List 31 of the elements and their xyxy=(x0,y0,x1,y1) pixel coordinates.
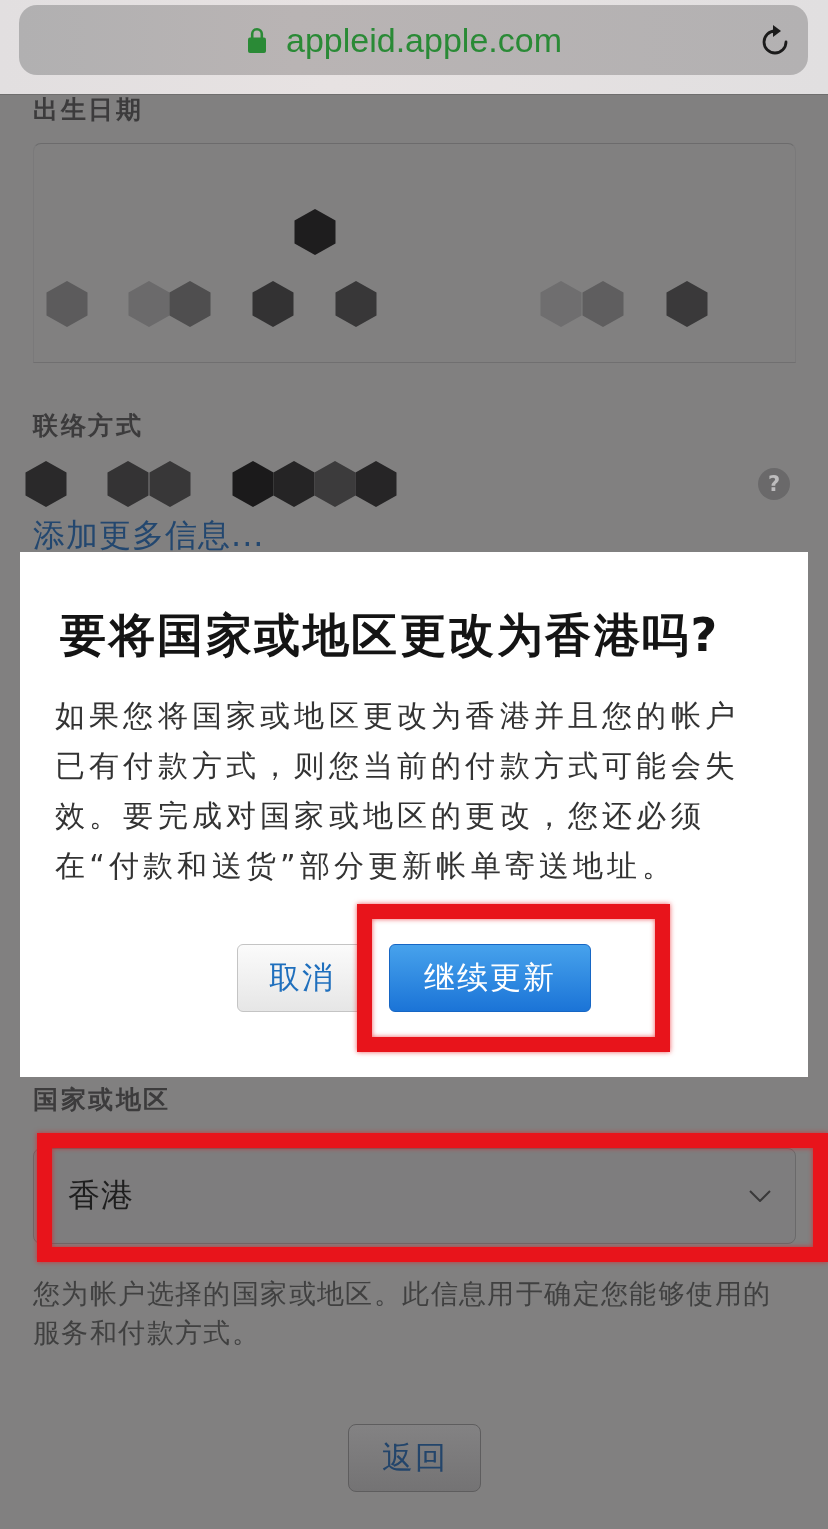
field-label: 出生日期 xyxy=(33,95,143,125)
hexagon-icon xyxy=(107,461,149,507)
dialog-title: 要将国家或地区更改为香港吗? xyxy=(59,608,720,662)
dialog-message: 如果您将国家或地区更改为香港并且您的帐户已有付款方式，则您当前的付款方式可能会失效。要完成对国家或地区的更改，您还必须在“付款和送货”部分更新帐单寄送地址。 xyxy=(55,697,740,885)
hexagon-icon xyxy=(314,461,356,507)
hexagon-icon xyxy=(355,461,397,507)
hexagon-icon xyxy=(666,281,708,327)
field-label: 联络方式 xyxy=(33,411,143,441)
hexagon-icon xyxy=(294,209,336,255)
chevron-down-icon xyxy=(749,1190,771,1202)
birth-date-field[interactable] xyxy=(33,143,796,363)
hexagon-icon xyxy=(335,281,377,327)
hexagon-icon xyxy=(232,461,274,507)
hexagon-icon xyxy=(540,281,582,327)
hexagon-icon xyxy=(128,281,170,327)
help-button[interactable]: ? xyxy=(758,468,790,500)
country-select[interactable]: 香港 xyxy=(33,1148,796,1244)
field-label: 国家或地区 xyxy=(33,1085,171,1115)
hexagon-icon xyxy=(582,281,624,327)
hexagon-icon xyxy=(273,461,315,507)
back-button[interactable]: 返回 xyxy=(348,1424,481,1492)
address-bar[interactable]: appleid.apple.com xyxy=(19,5,808,75)
url-text: appleid.apple.com xyxy=(286,20,562,60)
hexagon-icon xyxy=(252,281,294,327)
hexagon-icon xyxy=(25,461,67,507)
hexagon-icon xyxy=(149,461,191,507)
add-more-link[interactable]: 添加更多信息... xyxy=(33,518,265,552)
field-description: 您为帐户选择的国家或地区。此信息用于确定您能够使用的服务和付款方式。 xyxy=(33,1277,773,1350)
confirm-button[interactable]: 继续更新 xyxy=(389,944,591,1012)
hexagon-icon xyxy=(46,281,88,327)
hexagon-icon xyxy=(169,281,211,327)
